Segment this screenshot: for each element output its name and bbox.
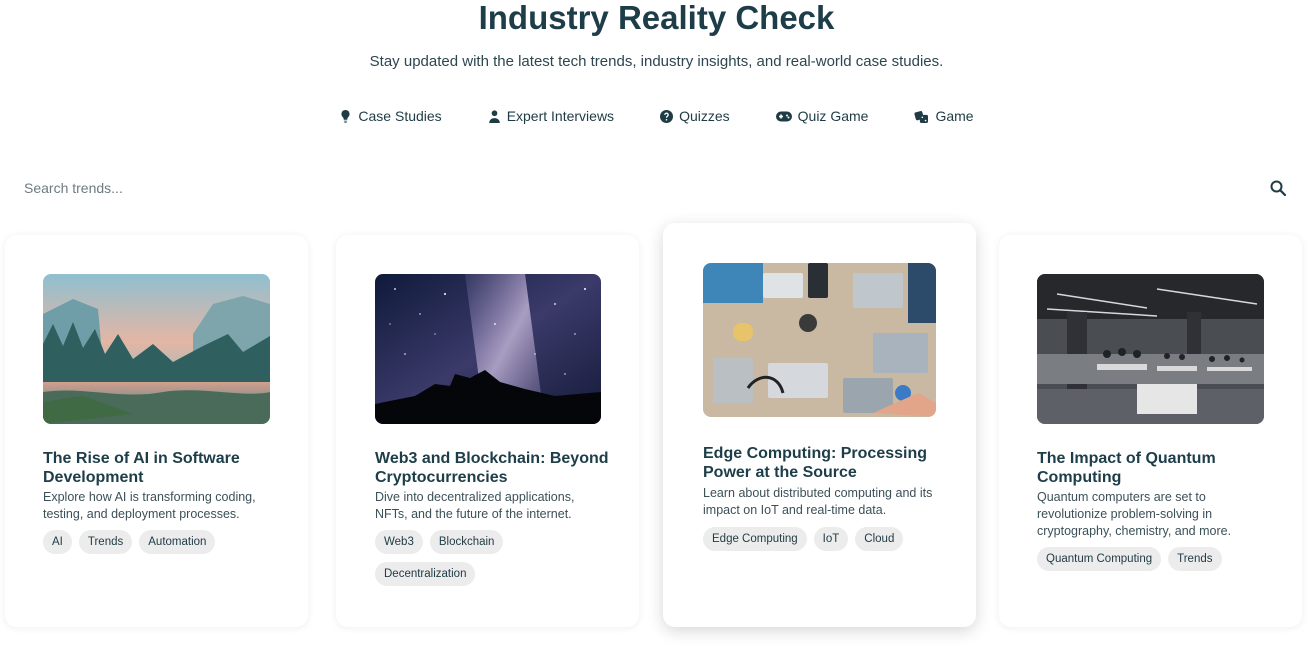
nav-label: Quizzes [679,108,730,124]
nav-quiz-game[interactable]: Quiz Game [775,108,869,124]
nav-expert-interviews[interactable]: Expert Interviews [488,108,614,124]
card-title: The Rise of AI in Software Development [43,450,240,486]
nav-game[interactable]: Game [914,108,974,124]
card-description: Explore how AI is transforming coding, t… [43,490,256,521]
tag[interactable]: Decentralization [375,562,476,586]
tag[interactable]: Automation [139,530,216,554]
tag[interactable]: Quantum Computing [1037,547,1162,571]
nav-case-studies[interactable]: Case Studies [339,108,442,124]
main-nav: Case Studies Expert Interviews Quizzes Q… [0,108,1313,124]
search-icon[interactable] [1270,180,1286,196]
trend-card[interactable]: The Impact of Quantum Computing Quantum … [999,235,1302,627]
nav-label: Expert Interviews [506,108,615,124]
trend-card[interactable]: The Rise of AI in Software Development E… [5,235,308,627]
nav-label: Game [935,108,974,124]
lightbulb-icon [341,109,350,123]
card-image-team-laptops [703,263,936,417]
nav-label: Case Studies [358,108,442,124]
tag[interactable]: Trends [1168,547,1222,571]
tag-list: Edge Computing IoT Cloud [703,527,943,551]
card-description: Learn about distributed computing and it… [703,486,933,517]
tag[interactable]: Web3 [375,530,423,554]
card-title: Edge Computing: Processing Power at the … [703,445,928,481]
search-bar [12,172,1302,204]
trend-card[interactable]: Edge Computing: Processing Power at the … [663,223,976,627]
page-title: Industry Reality Check [478,0,835,36]
tag[interactable]: Edge Computing [703,527,807,551]
search-input[interactable] [12,180,1212,196]
card-image-mountain-lake [43,274,270,424]
gamepad-icon [775,111,792,121]
trend-card[interactable]: Web3 and Blockchain: Beyond Cryptocurren… [336,235,639,627]
tag[interactable]: Cloud [855,527,904,551]
nav-label: Quiz Game [797,108,869,124]
card-image-open-office [1037,274,1264,424]
tag[interactable]: Blockchain [429,530,504,554]
question-circle-icon [660,109,674,123]
nav-quizzes[interactable]: Quizzes [660,108,730,124]
dice-icon [914,110,929,123]
tag-list: Web3 Blockchain Decentralization [375,530,605,586]
tag[interactable]: Trends [78,530,133,554]
tag-list: Quantum Computing Trends [1037,547,1267,571]
user-tie-icon [488,109,500,123]
page-subtitle: Stay updated with the latest tech trends… [369,53,944,70]
tag[interactable]: IoT [813,527,849,551]
card-title: Web3 and Blockchain: Beyond Cryptocurren… [375,450,609,486]
card-title: The Impact of Quantum Computing [1037,450,1216,486]
card-description: Dive into decentralized applications, NF… [375,490,575,521]
tag[interactable]: AI [43,530,72,554]
card-image-milky-way [375,274,601,424]
card-description: Quantum computers are set to revolutioni… [1037,490,1232,538]
tag-list: AI Trends Automation [43,530,273,554]
